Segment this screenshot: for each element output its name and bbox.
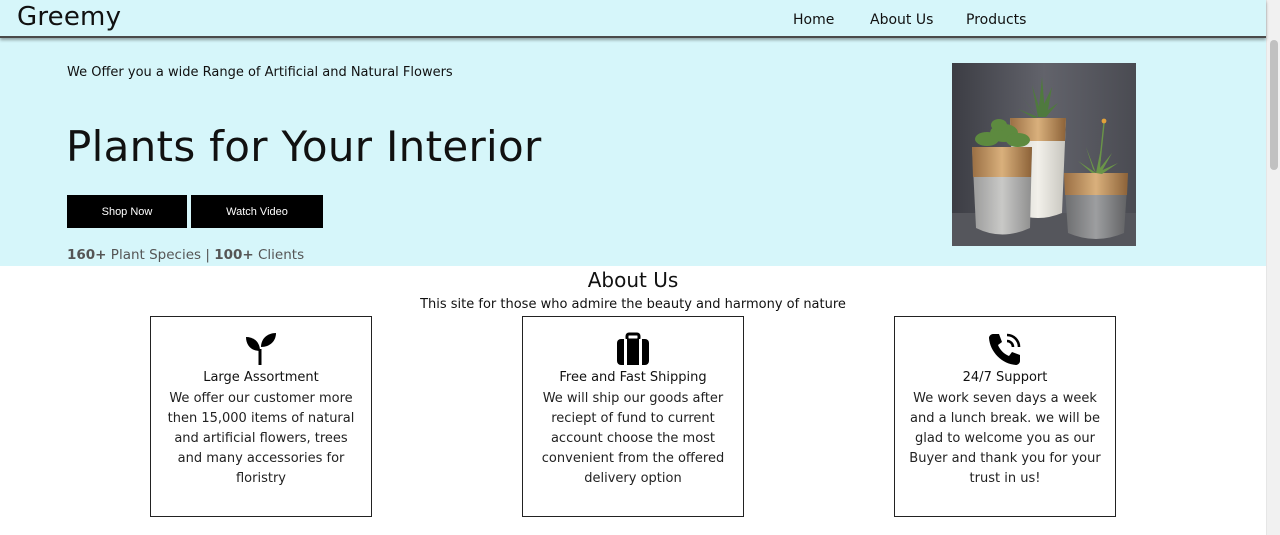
feature-card-large-assortment: Large Assortment We offer our customer m… [150, 316, 372, 517]
hero-stats: 160+ Plant Species | 100+ Clients [67, 247, 304, 263]
about-title: About Us [587, 268, 679, 292]
clients-label: Clients [258, 247, 305, 263]
card-text: We will ship our goods after reciept of … [541, 391, 725, 486]
card-text: We offer our customer more then 15,000 i… [167, 391, 355, 486]
feature-card-free-shipping: Free and Fast Shipping We will ship our … [522, 316, 744, 517]
navbar: Greemy Home About Us Products [0, 0, 1266, 38]
page-scrollbar[interactable] [1266, 0, 1280, 535]
nav-link-products[interactable]: Products [966, 12, 1026, 28]
card-text: We work seven days a week and a lunch br… [909, 391, 1101, 486]
hero-tagline: We Offer you a wide Range of Artificial … [67, 65, 453, 80]
logo[interactable]: Greemy [17, 2, 121, 32]
species-label: Plant Species | [110, 247, 210, 263]
hero-section: We Offer you a wide Range of Artificial … [0, 38, 1266, 266]
feature-card-support: 24/7 Support We work seven days a week a… [894, 316, 1116, 517]
clients-count: 100+ [214, 247, 254, 263]
card-title: Large Assortment [203, 370, 319, 385]
page: Greemy Home About Us Products We Offer y… [0, 0, 1280, 535]
about-subtitle: This site for those who admire the beaut… [420, 297, 846, 312]
suitcase-icon [523, 331, 743, 369]
nav-link-home[interactable]: Home [793, 12, 834, 28]
species-count: 160+ [67, 247, 107, 263]
card-title: Free and Fast Shipping [559, 370, 707, 385]
shop-now-button[interactable]: Shop Now [67, 195, 187, 228]
card-title: 24/7 Support [962, 370, 1048, 385]
watch-video-button[interactable]: Watch Video [191, 195, 323, 228]
nav-link-about-us[interactable]: About Us [870, 12, 933, 28]
hero-plant-pots-image [952, 63, 1136, 246]
phone-call-icon [895, 331, 1115, 369]
hero-title: Plants for Your Interior [66, 122, 542, 171]
sprout-icon [151, 331, 371, 369]
scrollbar-thumb[interactable] [1270, 40, 1278, 170]
